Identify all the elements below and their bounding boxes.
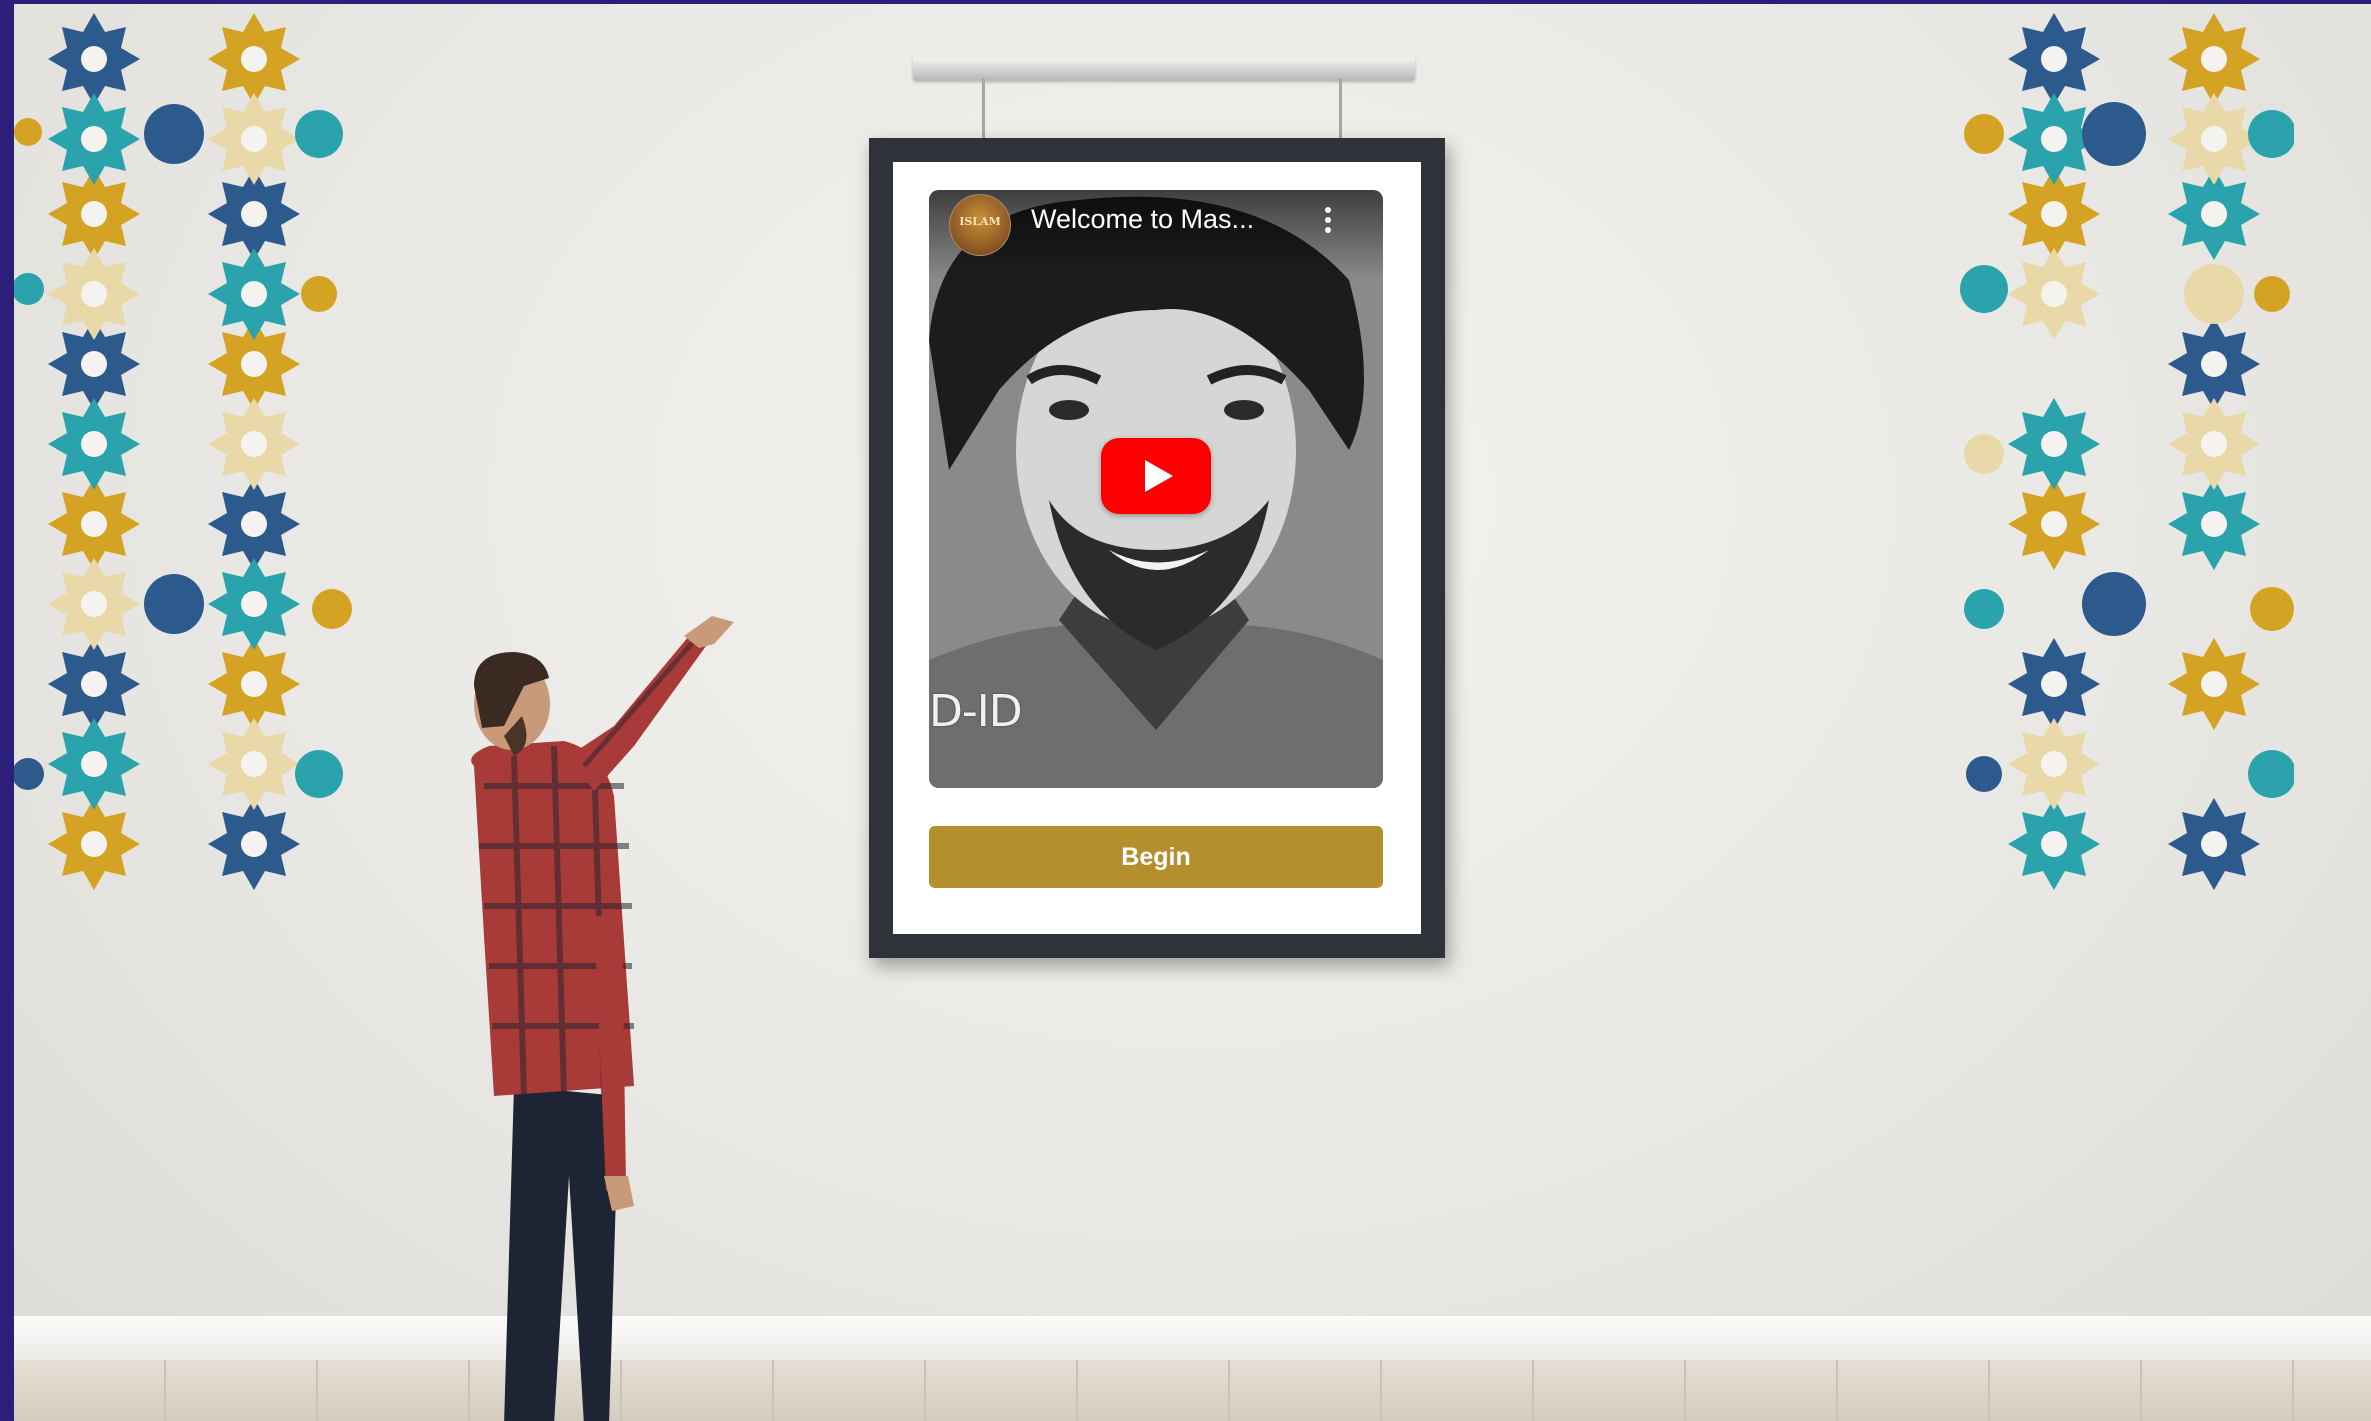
video-title-bar: ISLAM Welcome to Mas... [929, 190, 1383, 280]
islamic-pattern-right [1954, 4, 2294, 912]
hanger-wire [982, 78, 985, 140]
play-button[interactable] [1101, 438, 1211, 514]
wall-scene: ISLAM Welcome to Mas... D-ID Begin [14, 4, 2371, 1421]
play-icon [1145, 460, 1173, 492]
man-pointing-illustration [444, 616, 754, 1421]
wooden-floor [14, 1360, 2371, 1421]
channel-avatar-text: ISLAM [959, 215, 1001, 228]
did-watermark: D-ID [929, 686, 1023, 737]
kebab-menu-icon[interactable] [1323, 204, 1333, 238]
video-title[interactable]: Welcome to Mas... [1031, 204, 1254, 235]
hanger-wire [1339, 78, 1342, 140]
islamic-pattern-left [14, 4, 354, 912]
poster-frame: ISLAM Welcome to Mas... D-ID Begin [869, 138, 1445, 958]
poster-hanger-rod [913, 58, 1415, 80]
youtube-video-embed[interactable]: ISLAM Welcome to Mas... D-ID [929, 190, 1383, 788]
begin-button[interactable]: Begin [929, 826, 1383, 888]
poster-mat: ISLAM Welcome to Mas... D-ID Begin [893, 162, 1421, 934]
channel-avatar[interactable]: ISLAM [949, 194, 1011, 256]
baseboard [14, 1316, 2371, 1362]
